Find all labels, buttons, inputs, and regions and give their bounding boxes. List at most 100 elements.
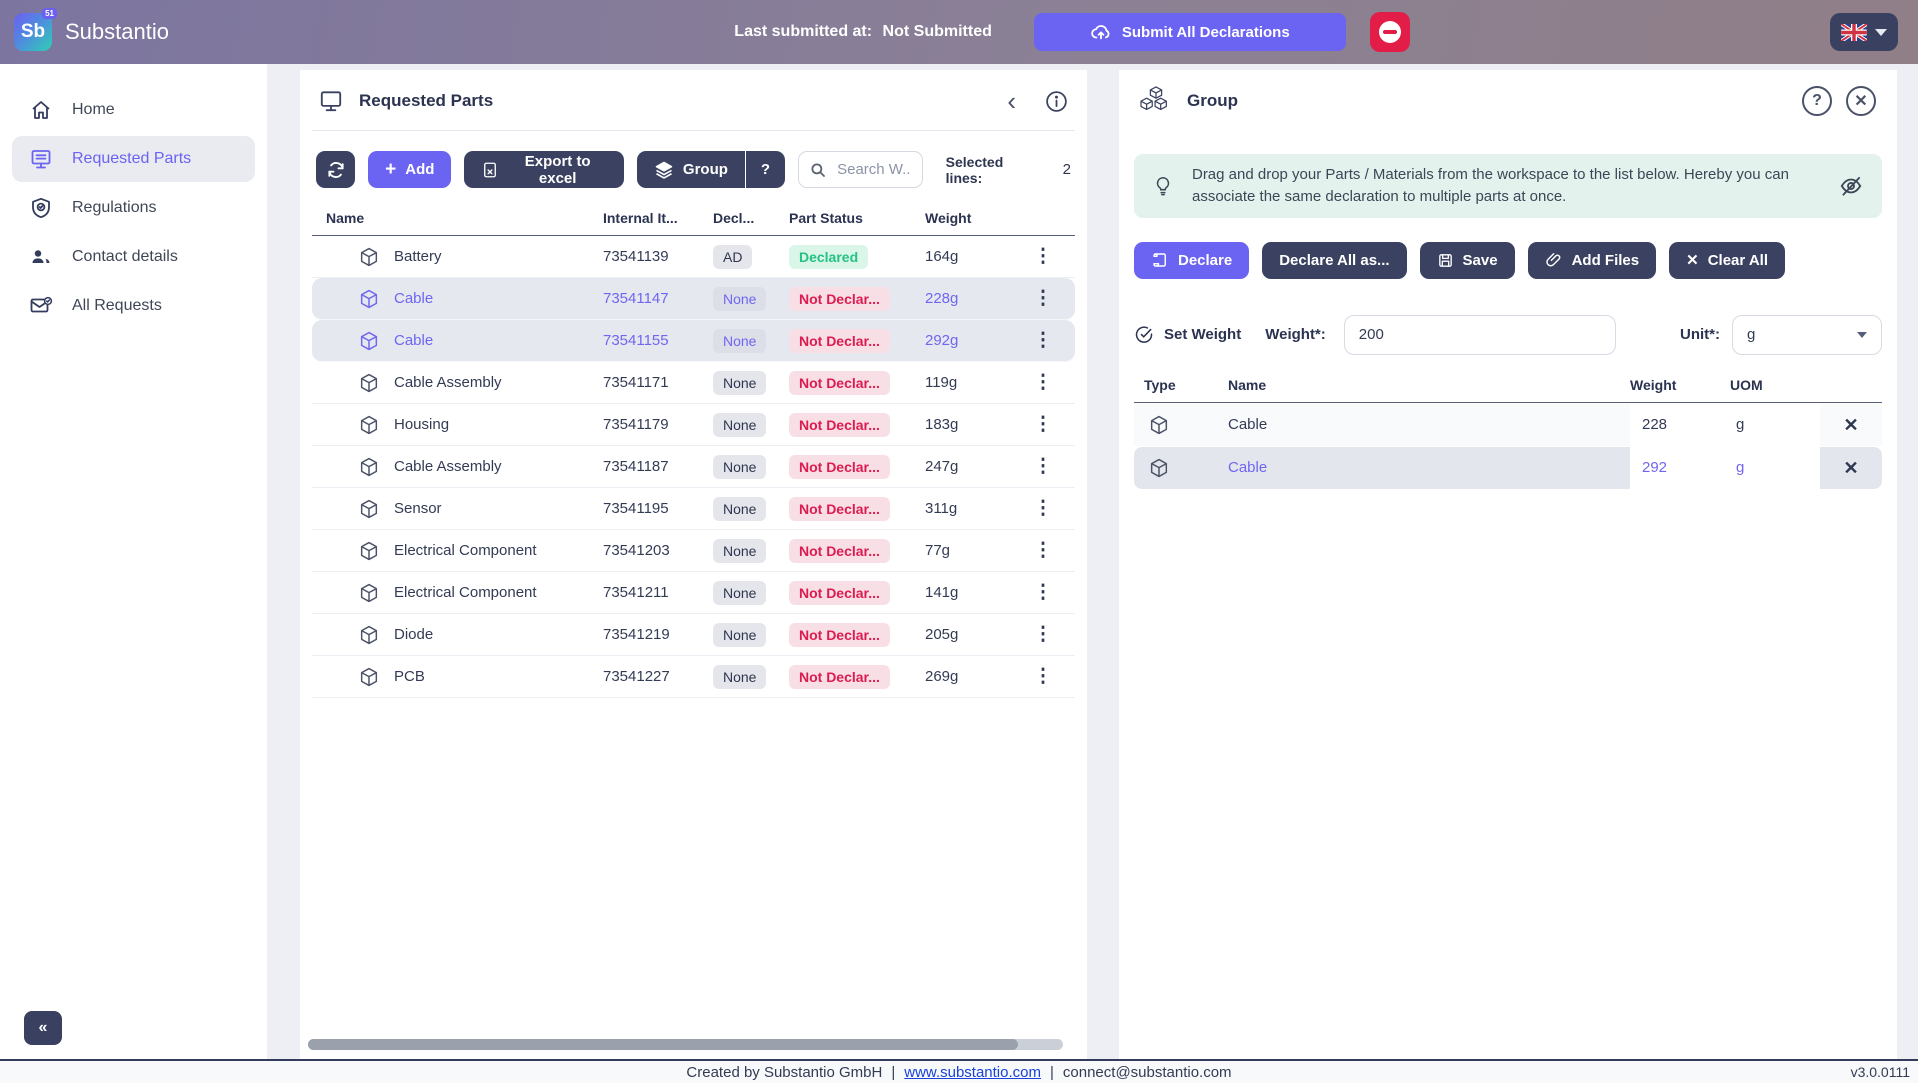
set-weight-row: Set Weight Weight*: Unit*: g <box>1134 315 1882 355</box>
part-weight: 164g <box>925 248 1015 265</box>
table-row[interactable]: Cable Assembly 73541171 None Not Declar.… <box>312 362 1075 404</box>
horizontal-scrollbar[interactable] <box>308 1039 1063 1050</box>
table-row[interactable]: PCB 73541227 None Not Declar... 269g ⋮ <box>312 656 1075 698</box>
part-name: PCB <box>394 668 425 685</box>
part-weight: 77g <box>925 542 1015 559</box>
weight-cell[interactable]: 292 <box>1630 447 1730 489</box>
info-text: Drag and drop your Parts / Materials fro… <box>1192 164 1812 208</box>
row-menu-button[interactable]: ⋮ <box>1033 582 1052 603</box>
remove-row-button[interactable]: ✕ <box>1843 459 1858 477</box>
row-menu-button[interactable]: ⋮ <box>1033 246 1052 267</box>
row-menu-button[interactable]: ⋮ <box>1033 372 1052 393</box>
remove-row-button[interactable]: ✕ <box>1843 416 1858 434</box>
save-button[interactable]: Save <box>1420 242 1515 279</box>
column-name[interactable]: Name <box>316 210 603 226</box>
table-row[interactable]: Electrical Component 73541211 None Not D… <box>312 572 1075 614</box>
top-bar-center: Last submitted at: Not Submitted Submit … <box>314 12 1830 52</box>
stop-button[interactable] <box>1370 12 1410 52</box>
column-weight[interactable]: Weight <box>925 210 1015 226</box>
group-table-row[interactable]: Cable 292 g ✕ <box>1134 447 1882 489</box>
chevron-down-icon <box>1857 332 1867 338</box>
info-banner: Drag and drop your Parts / Materials fro… <box>1134 154 1882 218</box>
info-icon[interactable] <box>1044 89 1069 114</box>
declare-button[interactable]: Declare <box>1134 242 1249 279</box>
sidebar-item-contact-details[interactable]: Contact details <box>12 234 255 280</box>
scrollbar-thumb[interactable] <box>308 1039 1018 1050</box>
table-row[interactable]: Cable 73541147 None Not Declar... 228g ⋮ <box>312 278 1075 320</box>
add-button[interactable]: + Add <box>368 151 451 188</box>
home-icon <box>28 97 54 123</box>
table-row[interactable]: Cable Assembly 73541187 None Not Declar.… <box>312 446 1075 488</box>
weight-input[interactable] <box>1344 315 1616 355</box>
table-body: Battery 73541139 AD Declared 164g ⋮ <box>312 236 1075 698</box>
table-row[interactable]: Cable 73541155 None Not Declar... 292g ⋮ <box>312 320 1075 362</box>
cubes-icon <box>1140 86 1172 116</box>
app-window: Sb 51 Substantio Last submitted at: Not … <box>0 0 1918 1083</box>
set-weight-label: Set Weight <box>1164 326 1241 343</box>
unit-select[interactable]: g <box>1732 315 1882 355</box>
row-menu-button[interactable]: ⋮ <box>1033 456 1052 477</box>
part-cube-icon <box>358 246 380 268</box>
group-help-button[interactable]: ? <box>746 151 785 188</box>
weight-field-label: Weight*: <box>1265 326 1326 343</box>
group-button[interactable]: Group <box>637 151 745 188</box>
table-row[interactable]: Diode 73541219 None Not Declar... 205g ⋮ <box>312 614 1075 656</box>
table-row[interactable]: Electrical Component 73541203 None Not D… <box>312 530 1075 572</box>
refresh-button[interactable] <box>316 151 355 188</box>
row-menu-button[interactable]: ⋮ <box>1033 624 1052 645</box>
search-input[interactable] <box>835 160 912 179</box>
weight-cell[interactable]: 228 <box>1630 404 1730 446</box>
row-menu-button[interactable]: ⋮ <box>1033 288 1052 309</box>
row-menu-button[interactable]: ⋮ <box>1033 414 1052 435</box>
layers-icon <box>654 160 674 180</box>
uom-cell[interactable]: g <box>1730 404 1820 446</box>
sidebar-item-home[interactable]: Home <box>12 87 255 133</box>
eye-off-icon[interactable] <box>1838 173 1864 199</box>
uom-cell[interactable]: g <box>1730 447 1820 489</box>
selected-lines-label: Selected lines: <box>946 154 1035 186</box>
declare-all-as-button[interactable]: Declare All as... <box>1262 242 1406 279</box>
brand-name: Substantio <box>65 19 169 45</box>
row-menu-button[interactable]: ⋮ <box>1033 666 1052 687</box>
scroll-icon <box>1151 251 1169 269</box>
part-status-badge: Not Declar... <box>789 329 890 353</box>
language-selector[interactable] <box>1830 13 1898 51</box>
declaration-badge: None <box>713 287 766 311</box>
sidebar-item-regulations[interactable]: Regulations <box>12 185 255 231</box>
part-weight: 228g <box>925 290 1015 307</box>
table-row[interactable]: Sensor 73541195 None Not Declar... 311g … <box>312 488 1075 530</box>
row-menu-button[interactable]: ⋮ <box>1033 498 1052 519</box>
collapse-panel-icon[interactable]: ‹ <box>1007 88 1016 114</box>
row-menu-button[interactable]: ⋮ <box>1033 540 1052 561</box>
check-circle-icon[interactable] <box>1134 325 1154 345</box>
part-cube-icon <box>358 666 380 688</box>
submit-all-declarations-button[interactable]: Submit All Declarations <box>1034 13 1346 51</box>
close-panel-button[interactable]: ✕ <box>1846 86 1876 116</box>
toolbar: + Add Export to excel <box>312 151 1075 188</box>
export-to-excel-button[interactable]: Export to excel <box>464 151 623 188</box>
column-weight: Weight <box>1630 377 1730 393</box>
shield-check-icon <box>28 195 54 221</box>
sidebar-item-label: Contact details <box>72 248 178 266</box>
last-submitted-label: Last submitted at: <box>734 23 872 40</box>
sidebar-collapse-button[interactable]: « <box>24 1011 62 1045</box>
table-row[interactable]: Housing 73541179 None Not Declar... 183g… <box>312 404 1075 446</box>
footer-separator: | <box>1050 1064 1054 1081</box>
table-row[interactable]: Battery 73541139 AD Declared 164g ⋮ <box>312 236 1075 278</box>
help-button[interactable]: ? <box>1802 86 1832 116</box>
column-declaration[interactable]: Decl... <box>713 210 789 226</box>
footer-separator: | <box>891 1064 895 1081</box>
column-internal-item[interactable]: Internal It... <box>603 210 713 226</box>
sidebar-item-all-requests[interactable]: All Requests <box>12 283 255 329</box>
sidebar-item-requested-parts[interactable]: Requested Parts <box>12 136 255 182</box>
clear-all-button[interactable]: ✕ Clear All <box>1669 242 1785 279</box>
column-part-status[interactable]: Part Status <box>789 210 925 226</box>
part-cube-icon <box>358 414 380 436</box>
part-status-badge: Declared <box>789 245 868 269</box>
add-files-button[interactable]: Add Files <box>1528 242 1657 279</box>
users-icon <box>28 244 54 270</box>
group-table-row[interactable]: Cable 228 g ✕ <box>1134 404 1882 446</box>
column-uom: UOM <box>1730 377 1820 393</box>
website-link[interactable]: www.substantio.com <box>904 1064 1041 1081</box>
row-menu-button[interactable]: ⋮ <box>1033 330 1052 351</box>
